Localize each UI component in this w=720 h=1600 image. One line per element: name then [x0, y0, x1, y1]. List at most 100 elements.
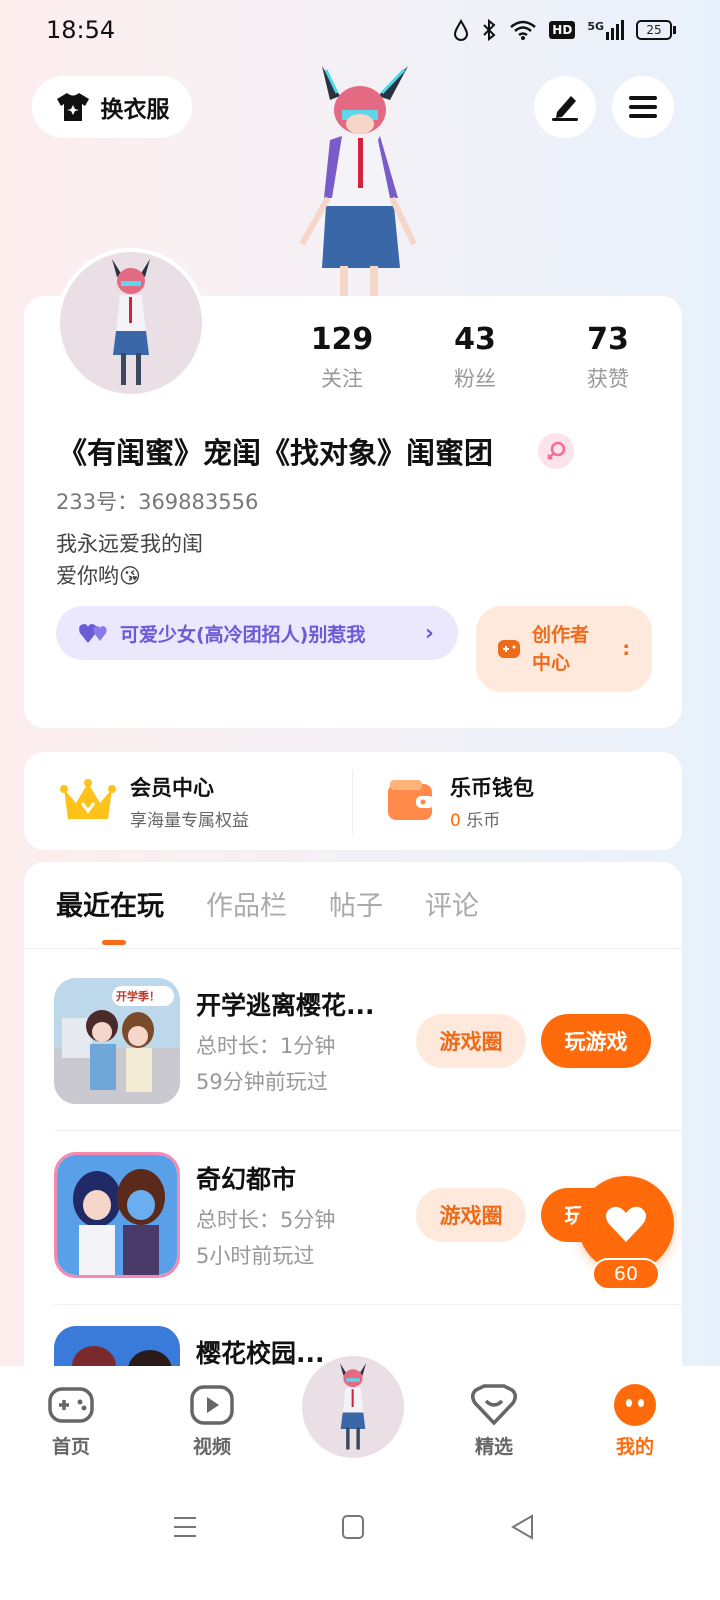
like-count-badge: 60 — [592, 1258, 660, 1290]
avatar-figure — [112, 259, 150, 385]
stat-following-value: 129 — [310, 322, 374, 357]
female-gender-icon — [538, 433, 574, 469]
stat-fans-label: 粉丝 — [454, 367, 496, 391]
game-last-played: 59分钟前玩过 — [196, 1070, 328, 1094]
wallet-amount: 0 — [450, 810, 461, 831]
member-center-title: 会员中心 — [130, 775, 214, 800]
stat-following[interactable]: 129 关注 — [282, 322, 402, 393]
change-outfit-button[interactable]: 换衣服 — [32, 76, 192, 138]
bluetooth-icon — [483, 18, 496, 42]
tab-works[interactable]: 作品栏 — [206, 884, 287, 923]
signal-icon: 5G — [587, 20, 624, 40]
battery-level: 25 — [636, 20, 672, 40]
stat-likes-value: 73 — [587, 322, 629, 357]
play-game-button[interactable]: 玩游戏 — [541, 1014, 651, 1068]
nav-video-label: 视频 — [192, 1436, 231, 1458]
member-center-subtitle: 享海量专属权益 — [130, 810, 249, 831]
creator-center-button[interactable]: 创作者 中心 : — [476, 606, 652, 692]
system-nav-bar — [0, 1478, 720, 1600]
stat-following-label: 关注 — [321, 367, 363, 391]
more-dots-icon: : — [622, 638, 630, 660]
tabs-divider — [24, 948, 682, 949]
fan-group-pill[interactable]: 可爱少女(高冷团招人)别惹我 › — [56, 606, 458, 660]
nav-video[interactable]: 视频 — [167, 1382, 257, 1459]
wifi-icon — [510, 20, 537, 40]
vip-divider — [352, 770, 353, 834]
profile-bio: 我永远爱我的闺 爱你哟😘 — [56, 528, 203, 592]
double-heart-icon — [79, 624, 107, 643]
profile-tabs: 最近在玩 作品栏 帖子 评论 — [56, 884, 479, 923]
profile-face-icon — [614, 1384, 656, 1426]
wallet-balance: 0 乐币 — [450, 806, 534, 831]
vip-wallet-card: 会员中心 享海量专属权益 乐币钱包 0 乐币 — [24, 752, 682, 850]
status-time: 18:54 — [46, 16, 116, 44]
game-thumb-sticker: 开学季！ — [116, 990, 160, 1003]
stat-likes[interactable]: 73 获赞 — [548, 322, 668, 393]
game-row[interactable]: 开学季！ 开学逃离樱花... 总时长：1分钟 59分钟前玩过 游戏圈 玩游戏 — [54, 978, 682, 1150]
row-divider — [54, 1130, 682, 1131]
menu-icon — [629, 96, 657, 118]
game-duration: 总时长：5分钟 — [196, 1208, 336, 1232]
nav-mine[interactable]: 我的 — [590, 1382, 680, 1459]
creator-label-line2: 中心 — [532, 652, 571, 674]
coin-wallet-entry[interactable]: 乐币钱包 0 乐币 — [386, 752, 534, 850]
game-circle-button[interactable]: 游戏圈 — [416, 1014, 526, 1068]
game-thumbnail[interactable] — [54, 1152, 180, 1278]
member-center-entry[interactable]: 会员中心 享海量专属权益 — [60, 752, 249, 850]
back-triangle-icon[interactable] — [510, 1514, 534, 1540]
game-last-played: 5小时前玩过 — [196, 1244, 315, 1268]
play-video-icon — [190, 1385, 234, 1425]
recents-menu-icon[interactable] — [172, 1514, 198, 1540]
menu-button[interactable] — [612, 76, 674, 138]
hero-avatar-figure[interactable] — [282, 58, 432, 298]
gamepad-plus-icon — [498, 640, 520, 658]
profile-nickname: 《有闺蜜》宠闺《找对象》闺蜜团 — [58, 436, 494, 470]
profile-uid[interactable]: 233号：369883556 — [56, 486, 258, 516]
fan-group-label: 可爱少女(高冷团招人)别惹我 — [120, 623, 366, 646]
nav-home[interactable]: 首页 — [26, 1382, 116, 1459]
status-icons: HD 5G 25 — [453, 18, 676, 42]
nav-featured-label: 精选 — [474, 1436, 513, 1458]
bio-line-2: 爱你哟😘 — [56, 564, 141, 588]
status-bar: 18:54 HD 5G 25 — [0, 0, 720, 64]
stat-fans-value: 43 — [454, 322, 496, 357]
nav-avatar-button[interactable] — [298, 1352, 408, 1462]
tab-posts[interactable]: 帖子 — [329, 884, 383, 923]
creator-label-line1: 创作者 — [532, 624, 590, 646]
game-name: 奇幻都市 — [196, 1165, 297, 1194]
droplet-icon — [454, 19, 469, 41]
nav-home-label: 首页 — [51, 1436, 90, 1458]
bio-line-1: 我永远爱我的闺 — [56, 532, 203, 556]
stat-likes-label: 获赞 — [587, 367, 629, 391]
wallet-icon — [388, 780, 434, 820]
game-name: 樱花校园... — [196, 1339, 325, 1368]
heart-icon — [605, 1206, 647, 1242]
game-circle-button[interactable]: 游戏圈 — [416, 1188, 526, 1242]
home-square-icon[interactable] — [341, 1514, 365, 1540]
wallet-title: 乐币钱包 — [450, 775, 534, 800]
tab-comments[interactable]: 评论 — [425, 884, 479, 923]
edit-button[interactable] — [534, 76, 596, 138]
game-name: 开学逃离樱花... — [196, 991, 375, 1020]
nav-mine-label: 我的 — [615, 1436, 654, 1458]
pencil-icon — [552, 96, 578, 121]
chevron-right-icon: › — [424, 620, 434, 646]
row-divider — [54, 1304, 682, 1305]
crown-icon — [60, 779, 116, 819]
nav-featured[interactable]: 精选 — [449, 1382, 539, 1459]
game-duration: 总时长：1分钟 — [196, 1034, 336, 1058]
network-label: 5G — [587, 20, 604, 33]
game-thumbnail[interactable]: 开学季！ — [54, 978, 180, 1104]
tab-recently-played[interactable]: 最近在玩 — [56, 884, 164, 923]
avatar-figure — [339, 1363, 367, 1450]
stat-fans[interactable]: 43 粉丝 — [415, 322, 535, 393]
tshirt-icon — [56, 93, 89, 121]
gamepad-icon — [48, 1387, 94, 1423]
heart-box-icon — [471, 1384, 517, 1426]
hd-icon: HD — [549, 21, 576, 39]
active-tab-indicator — [102, 940, 126, 945]
wallet-unit: 乐币 — [466, 810, 501, 831]
battery-icon: 25 — [636, 20, 676, 40]
profile-avatar[interactable] — [56, 248, 206, 398]
change-outfit-label: 换衣服 — [100, 97, 170, 123]
